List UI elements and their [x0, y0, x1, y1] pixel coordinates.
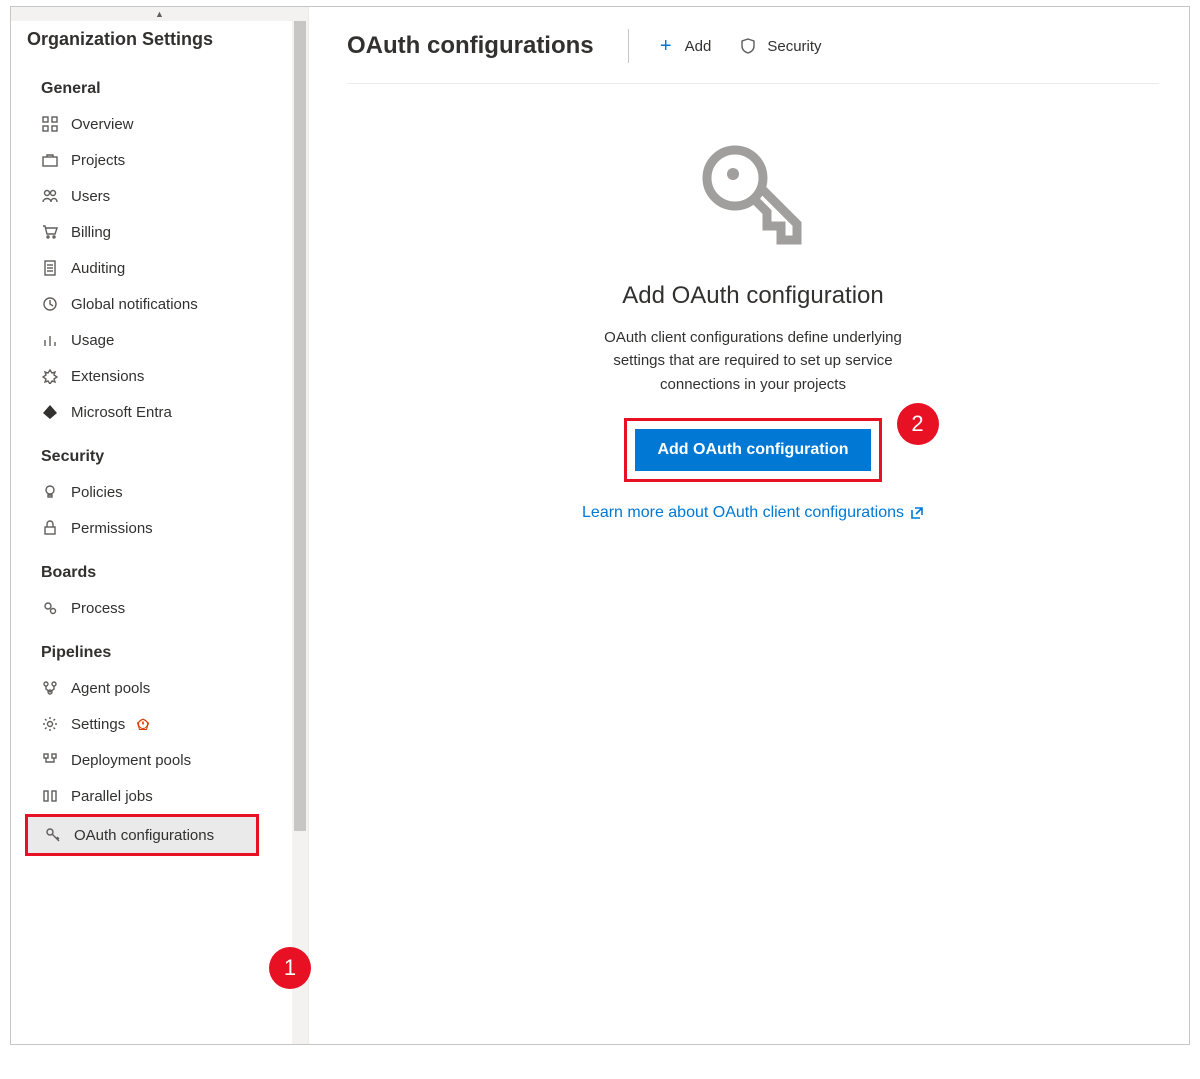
warning-icon	[137, 718, 149, 730]
parallel-icon	[41, 787, 59, 805]
shield-icon	[739, 37, 757, 55]
sidebar-item-label: Process	[71, 600, 125, 617]
extensions-icon	[41, 367, 59, 385]
sidebar-item-label: Billing	[71, 224, 111, 241]
sidebar-item-label: Deployment pools	[71, 752, 191, 769]
sidebar-item-process[interactable]: Process	[11, 590, 292, 626]
sidebar-item-extensions[interactable]: Extensions	[11, 358, 292, 394]
add-oauth-configuration-button[interactable]: Add OAuth configuration	[635, 429, 870, 471]
security-button[interactable]: Security	[739, 37, 821, 55]
briefcase-icon	[41, 151, 59, 169]
grid-icon	[41, 115, 59, 133]
sidebar: Organization Settings General Overview P…	[11, 21, 308, 1044]
sidebar-item-label: Auditing	[71, 260, 125, 277]
sidebar-item-label: Microsoft Entra	[71, 404, 172, 421]
page-header: OAuth configurations + Add Security	[347, 29, 1159, 84]
add-oauth-button-highlight: Add OAuth configuration 2	[624, 418, 881, 482]
external-link-icon	[910, 506, 924, 520]
entra-icon	[41, 403, 59, 421]
header-divider	[628, 29, 629, 63]
sidebar-item-label: Projects	[71, 152, 125, 169]
chart-icon	[41, 331, 59, 349]
main-content: OAuth configurations + Add Security Add …	[309, 7, 1189, 1044]
sidebar-item-label: Usage	[71, 332, 114, 349]
sidebar-item-usage[interactable]: Usage	[11, 322, 292, 358]
sidebar-item-projects[interactable]: Projects	[11, 142, 292, 178]
empty-title: Add OAuth configuration	[622, 282, 884, 310]
learn-more-label: Learn more about OAuth client configurat…	[582, 504, 904, 522]
sidebar-item-overview[interactable]: Overview	[11, 106, 292, 142]
document-icon	[41, 259, 59, 277]
section-heading-pipelines: Pipelines	[11, 626, 292, 670]
sidebar-item-auditing[interactable]: Auditing	[11, 250, 292, 286]
pool-icon	[41, 679, 59, 697]
section-heading-general: General	[11, 62, 292, 106]
sidebar-item-label: Parallel jobs	[71, 788, 153, 805]
key-illustration-icon	[693, 138, 813, 258]
scroll-up-arrow[interactable]: ▲	[11, 7, 308, 21]
sidebar-item-label: Agent pools	[71, 680, 150, 697]
lock-icon	[41, 519, 59, 537]
bulb-icon	[41, 483, 59, 501]
key-icon	[44, 826, 62, 844]
sidebar-item-label: OAuth configurations	[74, 827, 214, 844]
sidebar-item-label: Global notifications	[71, 296, 198, 313]
section-heading-boards: Boards	[11, 546, 292, 590]
add-button[interactable]: + Add	[657, 37, 712, 55]
settings-icon	[41, 715, 59, 733]
plus-icon: +	[657, 37, 675, 55]
sidebar-item-label: Permissions	[71, 520, 153, 537]
sidebar-item-label: Extensions	[71, 368, 144, 385]
sidebar-item-label: Policies	[71, 484, 123, 501]
sidebar-item-permissions[interactable]: Permissions	[11, 510, 292, 546]
learn-more-link[interactable]: Learn more about OAuth client configurat…	[582, 504, 924, 522]
sidebar-item-microsoft-entra[interactable]: Microsoft Entra	[11, 394, 292, 430]
cart-icon	[41, 223, 59, 241]
deploy-icon	[41, 751, 59, 769]
add-label: Add	[685, 38, 712, 55]
sidebar-item-label: Users	[71, 188, 110, 205]
sidebar-item-billing[interactable]: Billing	[11, 214, 292, 250]
sidebar-item-global-notifications[interactable]: Global notifications	[11, 286, 292, 322]
sidebar-title: Organization Settings	[11, 21, 292, 62]
section-heading-security: Security	[11, 430, 292, 474]
sidebar-item-policies[interactable]: Policies	[11, 474, 292, 510]
sidebar-item-parallel-jobs[interactable]: Parallel jobs	[11, 778, 292, 814]
security-label: Security	[767, 38, 821, 55]
empty-description: OAuth client configurations define under…	[603, 326, 903, 396]
empty-state: Add OAuth configuration OAuth client con…	[347, 84, 1159, 1044]
gear-icon	[41, 599, 59, 617]
clock-icon	[41, 295, 59, 313]
scrollbar-thumb[interactable]	[294, 21, 306, 831]
users-icon	[41, 187, 59, 205]
sidebar-item-settings[interactable]: Settings	[11, 706, 292, 742]
sidebar-item-label: Overview	[71, 116, 134, 133]
callout-badge-2: 2	[897, 403, 939, 445]
sidebar-item-deployment-pools[interactable]: Deployment pools	[11, 742, 292, 778]
sidebar-item-label: Settings	[71, 716, 125, 733]
sidebar-item-agent-pools[interactable]: Agent pools	[11, 670, 292, 706]
sidebar-item-oauth-configurations[interactable]: OAuth configurations	[25, 814, 259, 856]
callout-badge-1: 1	[269, 947, 311, 989]
page-title: OAuth configurations	[347, 32, 594, 60]
sidebar-item-users[interactable]: Users	[11, 178, 292, 214]
